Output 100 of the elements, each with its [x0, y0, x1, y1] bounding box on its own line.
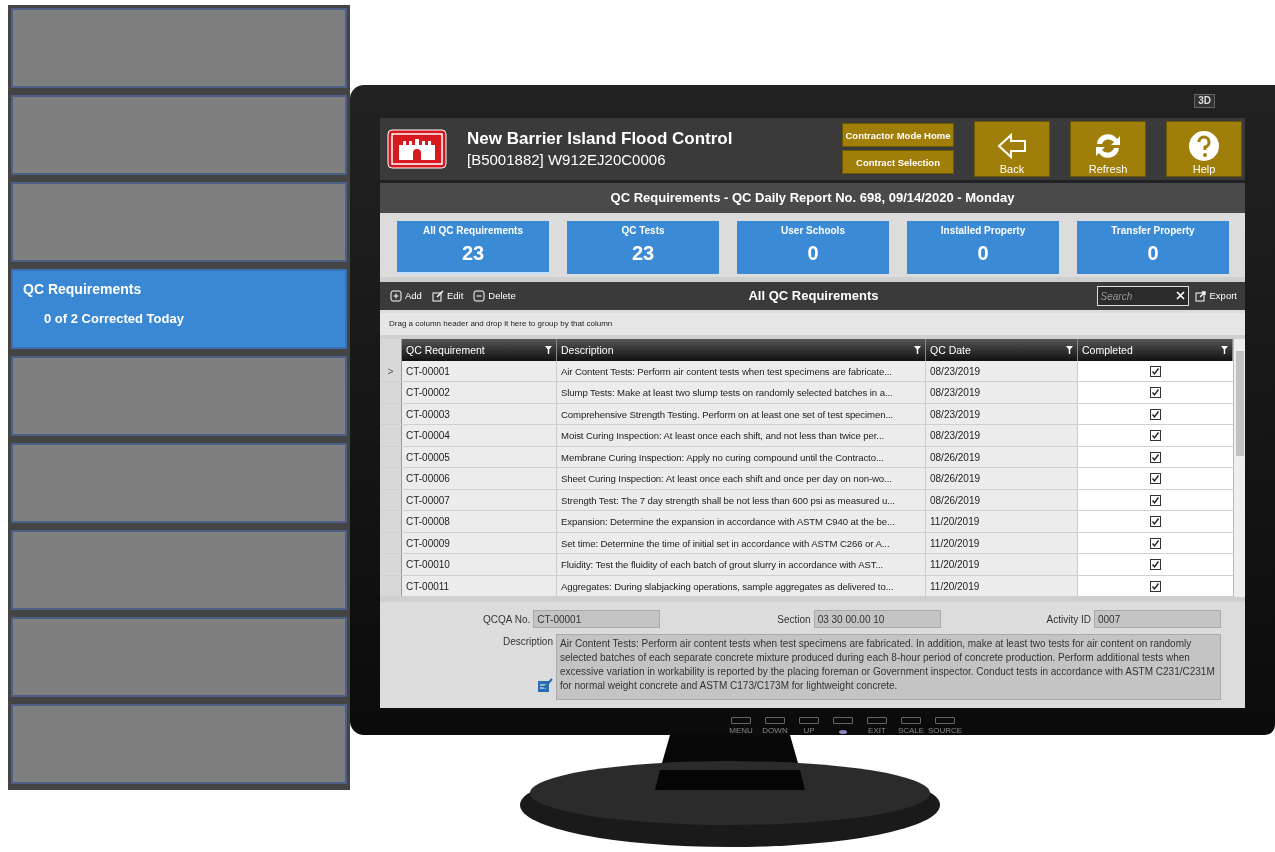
monitor-key[interactable]: [935, 717, 955, 724]
group-hint: Drag a column header and drop it here to group by that column: [380, 312, 1245, 339]
table-cell: CT-00005: [402, 446, 557, 468]
row-indicator[interactable]: [380, 511, 402, 532]
table-cell: Membrane Curing Inspection: Apply no curing compound until the Contracto...: [557, 446, 926, 468]
tile-label: Transfer Property: [1111, 224, 1195, 236]
checkbox[interactable]: [1150, 473, 1161, 485]
readonly-field[interactable]: 03 30 00.00 10: [813, 610, 941, 629]
sidebar-card[interactable]: [11, 182, 347, 262]
table-cell: Slump Tests: Make at least two slump tests on randomly selected batches in a...: [557, 382, 926, 403]
header-label: QC Requirement: [406, 343, 485, 356]
table-cell: CT-00011: [402, 575, 557, 597]
edit-button[interactable]: Edit: [431, 289, 464, 302]
monitor-key[interactable]: [799, 717, 819, 724]
delete-icon: [473, 289, 486, 302]
table-cell: CT-00007: [402, 489, 557, 511]
checkbox[interactable]: [1150, 494, 1161, 506]
tile-count: 0: [977, 241, 989, 265]
nav-button[interactable]: Contract Selection: [842, 150, 954, 175]
filter-icon: [1221, 345, 1228, 354]
table-cell: Aggregates: During slabjacking operations, sample aggregates as delivered to...: [557, 575, 926, 597]
table-cell: CT-00002: [402, 382, 557, 403]
checkbox[interactable]: [1150, 451, 1161, 463]
card-title: QC Requirements: [23, 281, 143, 297]
delete-button[interactable]: Delete: [473, 289, 516, 302]
readonly-field[interactable]: CT-00001: [533, 610, 661, 629]
field-label: Activity ID: [1046, 613, 1091, 625]
scrollbar[interactable]: [1233, 338, 1245, 598]
row-indicator[interactable]: [380, 489, 402, 511]
nav-button[interactable]: Contractor Mode Home: [842, 123, 954, 148]
summary-tile[interactable]: Transfer Property 0: [1077, 220, 1229, 274]
sidebar-card[interactable]: [11, 617, 347, 697]
row-indicator[interactable]: [380, 446, 402, 468]
checkbox[interactable]: [1150, 365, 1161, 377]
sidebar-card[interactable]: [11, 704, 347, 784]
search-field[interactable]: Search: [1096, 286, 1189, 307]
key-label: SCALE: [897, 726, 925, 735]
summary-tile[interactable]: Installed Property 0: [907, 220, 1059, 274]
tile-count: 0: [807, 241, 819, 265]
row-indicator[interactable]: [380, 468, 402, 489]
monitor-key[interactable]: [765, 717, 785, 724]
help-button[interactable]: Help: [1166, 120, 1242, 177]
row-indicator[interactable]: [380, 532, 402, 554]
summary-tile[interactable]: QC Tests 23: [567, 220, 719, 274]
table-cell: Expansion: Determine the expansion in accordance with ASTM C940 at the be...: [557, 511, 926, 532]
header-label: QC Date: [930, 343, 971, 356]
power-led: [839, 730, 847, 734]
row-indicator[interactable]: [380, 554, 402, 575]
edit-note-icon: [537, 677, 553, 694]
export-icon: [1194, 289, 1207, 302]
clear-icon: [1175, 291, 1185, 301]
row-indicator[interactable]: [380, 575, 402, 597]
sidebar-card[interactable]: [11, 530, 347, 610]
checkbox[interactable]: [1150, 516, 1161, 528]
table-cell: CT-00001: [402, 360, 557, 382]
sidebar-card[interactable]: [11, 8, 347, 88]
add-button[interactable]: Add: [390, 289, 422, 302]
checkbox[interactable]: [1150, 430, 1161, 442]
checkbox[interactable]: [1150, 408, 1161, 420]
table-cell: Comprehensive Strength Testing. Perform on at least one set of test specimen...: [557, 403, 926, 425]
column-header[interactable]: QC Requirement: [402, 338, 557, 361]
table-cell: CT-00010: [402, 554, 557, 575]
readonly-field[interactable]: 0007: [1094, 610, 1221, 629]
tile-count: 23: [461, 241, 485, 265]
export-button[interactable]: Export: [1194, 289, 1237, 302]
table-cell: Strength Test: The 7 day strength shall be not less than 600 psi as measured u...: [557, 489, 926, 511]
monitor-key[interactable]: [833, 717, 853, 724]
sidebar-card[interactable]: [11, 443, 347, 523]
header-label: Completed: [1082, 343, 1133, 356]
monitor-key[interactable]: [867, 717, 887, 724]
row-header: [380, 338, 402, 361]
summary-tile[interactable]: All QC Requirements 23: [397, 220, 549, 274]
column-header[interactable]: QC Date: [926, 338, 1078, 361]
description-field[interactable]: Air Content Tests: Perform air content tests when test specimens are fabricated. In addition, make at least two tests for air content on randomly selected batches of each separate concrete mixture produced during each 8-hour period of concrete production. Perform additional tests when excessive variation in workability is reported by the placing foreman or Government inspector. Conduct tests in accordance with ASTM C231/C231M for normal weight concrete and ASTM C173/C173M for lightweight concrete.: [556, 634, 1221, 701]
summary-tile[interactable]: User Schools 0: [737, 220, 889, 274]
back-button[interactable]: Back: [974, 120, 1050, 177]
checkbox[interactable]: [1150, 537, 1161, 549]
sidebar-card[interactable]: QC Requirements 0 of 2 Corrected Today: [11, 269, 347, 349]
monitor-key[interactable]: [731, 717, 751, 724]
filter-icon: [1066, 345, 1073, 354]
table-cell: CT-00004: [402, 425, 557, 446]
table-cell: CT-00003: [402, 403, 557, 425]
row-indicator[interactable]: >: [380, 360, 402, 382]
row-indicator[interactable]: [380, 403, 402, 425]
sidebar-card[interactable]: [11, 95, 347, 175]
column-header[interactable]: Description: [557, 338, 926, 361]
key-label: MENU: [729, 726, 753, 735]
refresh-button[interactable]: Refresh: [1070, 120, 1146, 177]
field-label: Section: [777, 613, 811, 625]
table-cell: CT-00006: [402, 468, 557, 489]
checkbox[interactable]: [1150, 559, 1161, 571]
checkbox[interactable]: [1150, 387, 1161, 399]
monitor-key[interactable]: [901, 717, 921, 724]
row-indicator[interactable]: [380, 425, 402, 446]
header-label: Description: [561, 343, 614, 356]
row-indicator[interactable]: [380, 382, 402, 403]
checkbox[interactable]: [1150, 580, 1161, 592]
table-cell: 08/23/2019: [926, 382, 1078, 403]
sidebar-card[interactable]: [11, 356, 347, 436]
table-cell: 11/20/2019: [926, 575, 1078, 597]
